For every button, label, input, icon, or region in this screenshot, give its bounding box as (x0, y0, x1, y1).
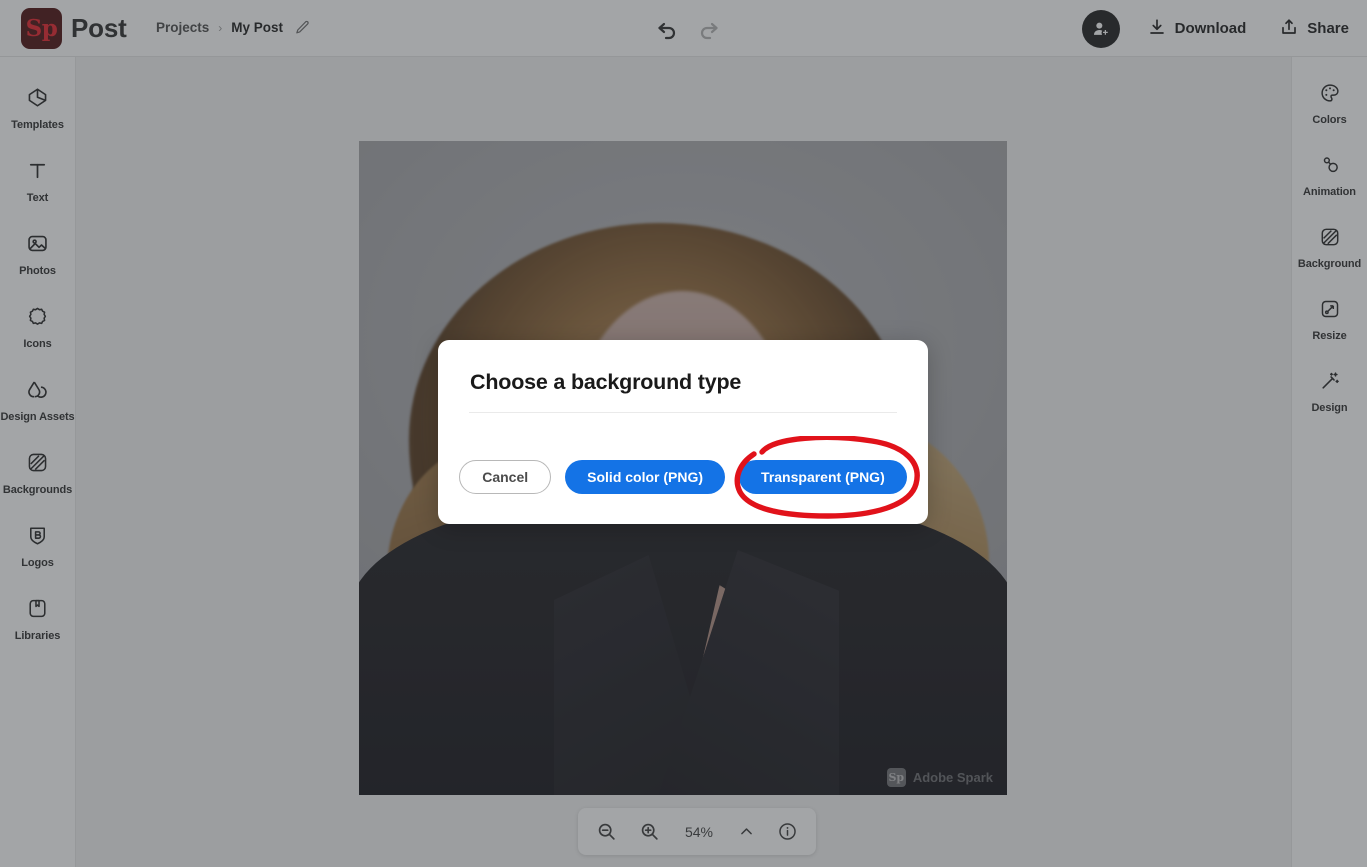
background-type-dialog: Choose a background type Cancel Solid co… (438, 340, 928, 524)
dialog-actions: Cancel Solid color (PNG) Transparent (PN… (438, 460, 928, 494)
transparent-png-button[interactable]: Transparent (PNG) (739, 460, 907, 494)
dialog-title: Choose a background type (470, 370, 742, 394)
cancel-button[interactable]: Cancel (459, 460, 552, 494)
solid-color-png-button[interactable]: Solid color (PNG) (565, 460, 726, 494)
dialog-divider (469, 412, 897, 413)
spark-post-editor: Sp Post Projects › My Post Download Shar… (0, 0, 1367, 867)
